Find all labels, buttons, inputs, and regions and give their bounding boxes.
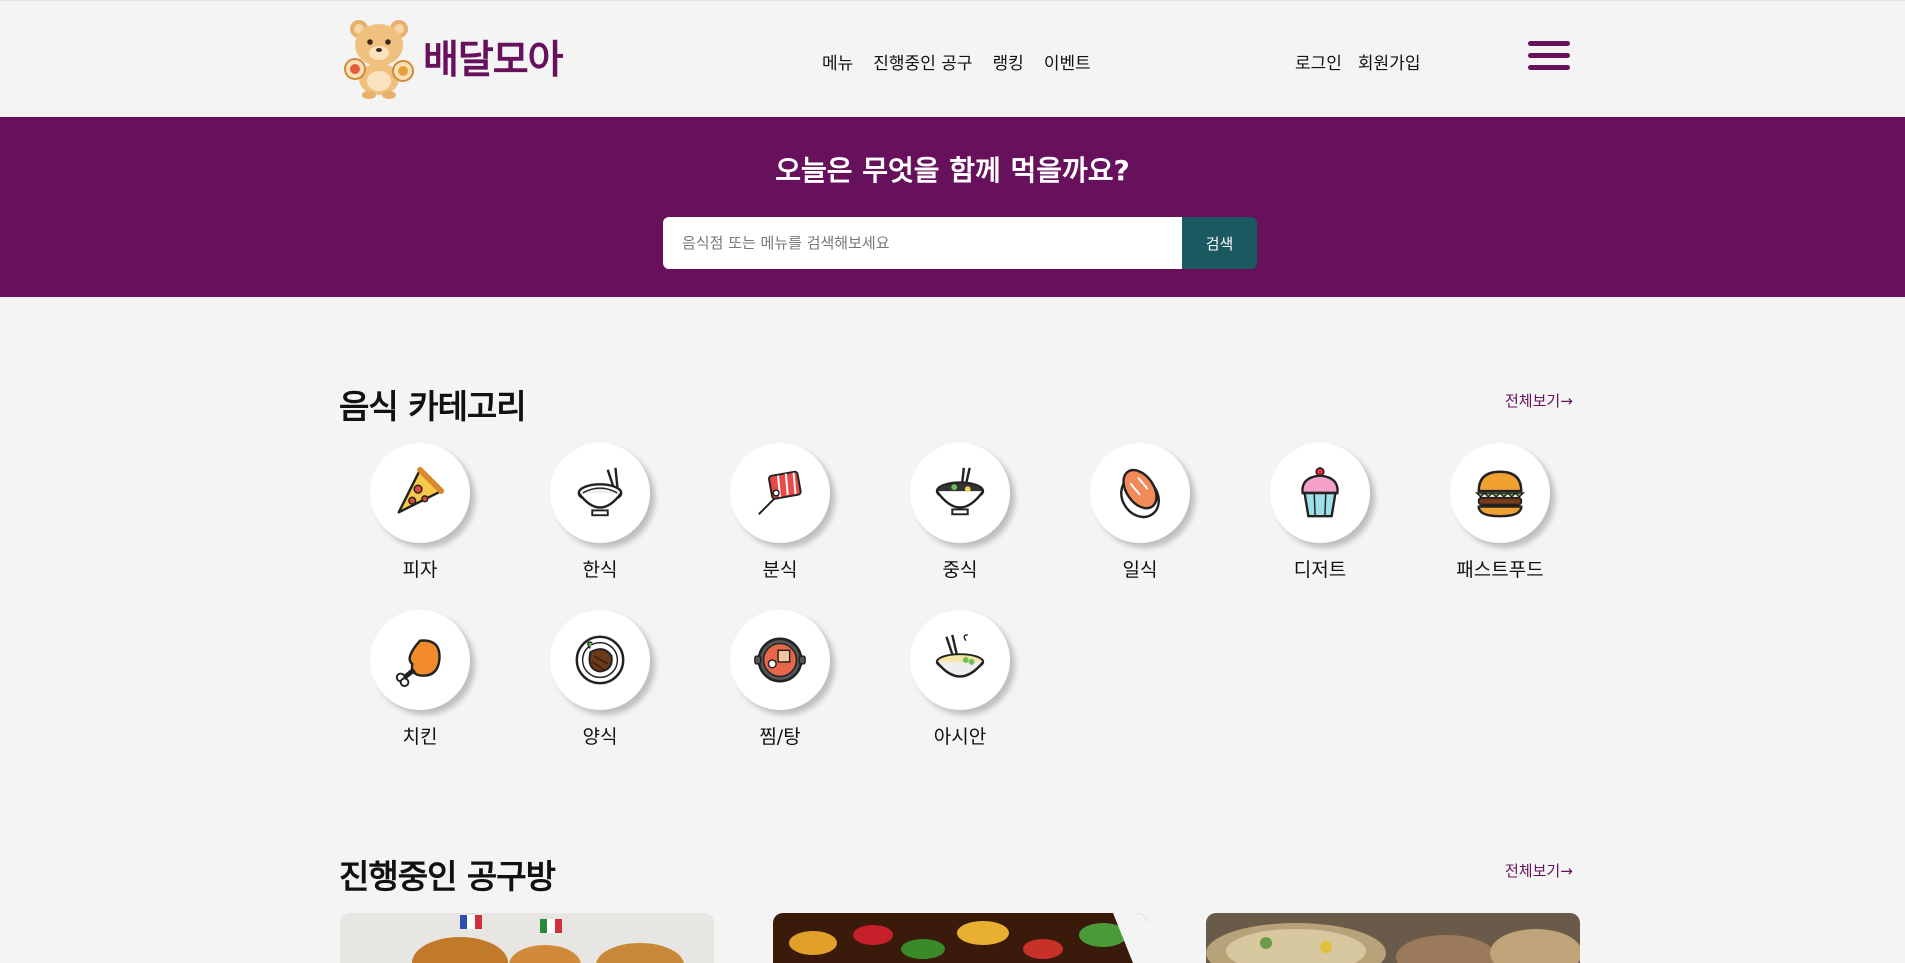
- category-section-title: 음식 카테고리: [339, 387, 527, 426]
- category-label: 피자: [402, 559, 438, 581]
- category-fastfood[interactable]: 패스트푸드: [1430, 443, 1570, 582]
- chicken-leg-icon: [395, 639, 441, 688]
- nav-item-ranking[interactable]: 랭킹: [993, 49, 1024, 74]
- category-chinese[interactable]: 중식: [890, 443, 1030, 582]
- category-western[interactable]: 양식: [530, 610, 670, 749]
- category-label: 양식: [582, 726, 618, 748]
- bear-mascot-icon: [344, 20, 414, 99]
- group-buy-card[interactable]: [773, 913, 1147, 963]
- auth-links: 로그인 회원가입: [1295, 49, 1420, 74]
- category-korean[interactable]: 한식: [530, 443, 670, 582]
- nav-item-group-buy[interactable]: 진행중인 공구: [873, 49, 972, 74]
- category-label: 패스트푸드: [1456, 559, 1544, 581]
- group-buy-section-title: 진행중인 공구방: [339, 857, 556, 896]
- login-link[interactable]: 로그인: [1295, 49, 1342, 74]
- group-buy-card[interactable]: [340, 913, 714, 963]
- stew-pot-icon: [754, 637, 806, 683]
- category-label: 찜/탕: [759, 726, 801, 748]
- category-asian[interactable]: 아시안: [890, 610, 1030, 749]
- category-dessert[interactable]: 디저트: [1250, 443, 1390, 582]
- bread-photo: [340, 913, 714, 963]
- category-pizza[interactable]: 피자: [350, 443, 490, 582]
- nav-item-event[interactable]: 이벤트: [1044, 49, 1091, 74]
- platter-photo: [1206, 913, 1580, 963]
- search-bar: 검색: [663, 217, 1257, 269]
- pizza-icon: [397, 466, 445, 514]
- nav-item-menu[interactable]: 메뉴: [822, 49, 853, 74]
- category-stew[interactable]: 찜/탕: [710, 610, 850, 749]
- group-buy-see-all-link[interactable]: 전체보기→: [1505, 860, 1573, 881]
- sushi-icon: [1120, 468, 1160, 519]
- category-label: 중식: [942, 559, 978, 581]
- site-header: 배달모아 메뉴 진행중인 공구 랭킹 이벤트 로그인 회원가입: [0, 1, 1905, 117]
- noodle-bowl-icon: [935, 467, 985, 516]
- rice-bowl-icon: [577, 467, 623, 517]
- brand-name: 배달모아: [423, 38, 564, 83]
- stir-fry-photo: [773, 913, 1147, 963]
- hero-banner: 오늘은 무엇을 함께 먹을까요? 검색: [0, 117, 1905, 297]
- category-label: 아시안: [933, 726, 987, 748]
- category-label: 일식: [1122, 559, 1158, 581]
- brand-logo[interactable]: 배달모아: [339, 15, 564, 99]
- asian-noodle-icon: [935, 634, 985, 678]
- category-see-all-link[interactable]: 전체보기→: [1505, 390, 1573, 411]
- hero-title: 오늘은 무엇을 함께 먹을까요?: [775, 154, 1130, 187]
- category-label: 분식: [762, 559, 798, 581]
- category-label: 치킨: [402, 726, 438, 748]
- search-input[interactable]: [663, 217, 1182, 269]
- hamburger-menu-icon[interactable]: [1528, 41, 1570, 73]
- steak-icon: [575, 635, 625, 685]
- group-buy-card[interactable]: [1206, 913, 1580, 963]
- category-label: 디저트: [1293, 559, 1347, 581]
- burger-icon: [1475, 470, 1525, 518]
- search-button[interactable]: 검색: [1182, 217, 1257, 269]
- category-japanese[interactable]: 일식: [1070, 443, 1210, 582]
- tteokbokki-icon: [758, 470, 802, 515]
- category-snack[interactable]: 분식: [710, 443, 850, 582]
- cupcake-icon: [1301, 467, 1339, 518]
- category-chicken[interactable]: 치킨: [350, 610, 490, 749]
- signup-link[interactable]: 회원가입: [1358, 49, 1421, 74]
- category-label: 한식: [582, 559, 618, 581]
- main-nav: 메뉴 진행중인 공구 랭킹 이벤트: [822, 49, 1091, 74]
